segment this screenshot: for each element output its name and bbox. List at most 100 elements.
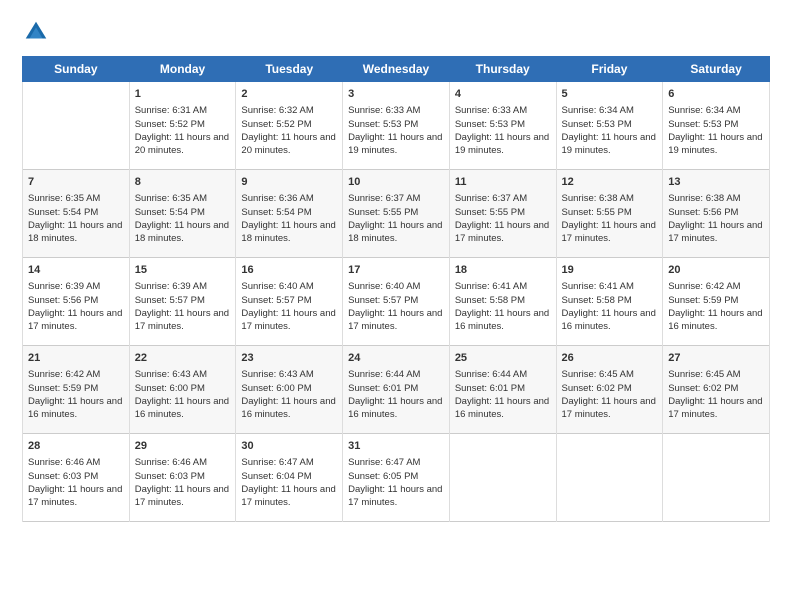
day-number: 29	[135, 439, 231, 454]
day-info: Sunrise: 6:35 AMSunset: 5:54 PMDaylight:…	[28, 192, 124, 245]
calendar-cell: 7 Sunrise: 6:35 AMSunset: 5:54 PMDaylight…	[23, 170, 130, 258]
calendar-cell: 10 Sunrise: 6:37 AMSunset: 5:55 PMDayligh…	[343, 170, 450, 258]
calendar-cell: 26 Sunrise: 6:45 AMSunset: 6:02 PMDayligh…	[556, 346, 663, 434]
calendar-cell: 12Sunrise: 6:38 AMSunset: 5:55 PMDayligh…	[556, 170, 663, 258]
day-number: 8	[135, 175, 231, 190]
calendar-cell: 23 Sunrise: 6:43 AMSunset: 6:00 PMDayligh…	[236, 346, 343, 434]
calendar-cell: 27Sunrise: 6:45 AMSunset: 6:02 PMDayligh…	[663, 346, 770, 434]
day-number: 1	[135, 87, 231, 102]
day-number: 7	[28, 175, 124, 190]
day-info: Sunrise: 6:44 AMSunset: 6:01 PMDaylight:…	[348, 368, 444, 421]
calendar-cell: 24 Sunrise: 6:44 AMSunset: 6:01 PMDayligh…	[343, 346, 450, 434]
day-number: 10	[348, 175, 444, 190]
day-number: 22	[135, 351, 231, 366]
day-info: Sunrise: 6:34 AMSunset: 5:53 PMDaylight:…	[668, 104, 764, 157]
calendar-cell	[556, 434, 663, 522]
calendar-cell: 22 Sunrise: 6:43 AMSunset: 6:00 PMDayligh…	[129, 346, 236, 434]
day-number: 13	[668, 175, 764, 190]
header	[22, 18, 770, 46]
day-number: 11	[455, 175, 551, 190]
day-number: 3	[348, 87, 444, 102]
day-info: Sunrise: 6:40 AMSunset: 5:57 PMDaylight:…	[241, 280, 337, 333]
calendar-week-3: 14 Sunrise: 6:39 AMSunset: 5:56 PMDayligh…	[23, 258, 770, 346]
calendar-week-1: 1Sunrise: 6:31 AMSunset: 5:52 PMDaylight…	[23, 82, 770, 170]
day-number: 23	[241, 351, 337, 366]
day-number: 6	[668, 87, 764, 102]
calendar-cell: 3 Sunrise: 6:33 AMSunset: 5:53 PMDaylight…	[343, 82, 450, 170]
calendar-cell: 6 Sunrise: 6:34 AMSunset: 5:53 PMDaylight…	[663, 82, 770, 170]
day-number: 31	[348, 439, 444, 454]
day-info: Sunrise: 6:39 AMSunset: 5:56 PMDaylight:…	[28, 280, 124, 333]
day-info: Sunrise: 6:45 AMSunset: 6:02 PMDaylight:…	[562, 368, 658, 421]
calendar-cell: 29 Sunrise: 6:46 AMSunset: 6:03 PMDayligh…	[129, 434, 236, 522]
calendar-table: SundayMondayTuesdayWednesdayThursdayFrid…	[22, 56, 770, 522]
day-info: Sunrise: 6:41 AMSunset: 5:58 PMDaylight:…	[455, 280, 551, 333]
day-number: 25	[455, 351, 551, 366]
calendar-cell: 5Sunrise: 6:34 AMSunset: 5:53 PMDaylight…	[556, 82, 663, 170]
day-number: 24	[348, 351, 444, 366]
day-number: 30	[241, 439, 337, 454]
calendar-cell: 2 Sunrise: 6:32 AMSunset: 5:52 PMDaylight…	[236, 82, 343, 170]
logo	[22, 18, 54, 46]
calendar-cell: 30 Sunrise: 6:47 AMSunset: 6:04 PMDayligh…	[236, 434, 343, 522]
day-number: 9	[241, 175, 337, 190]
calendar-cell: 8 Sunrise: 6:35 AMSunset: 5:54 PMDaylight…	[129, 170, 236, 258]
day-info: Sunrise: 6:42 AMSunset: 5:59 PMDaylight:…	[28, 368, 124, 421]
day-info: Sunrise: 6:43 AMSunset: 6:00 PMDaylight:…	[135, 368, 231, 421]
calendar-cell: 14 Sunrise: 6:39 AMSunset: 5:56 PMDayligh…	[23, 258, 130, 346]
calendar-cell: 25 Sunrise: 6:44 AMSunset: 6:01 PMDayligh…	[449, 346, 556, 434]
calendar-cell: 16Sunrise: 6:40 AMSunset: 5:57 PMDayligh…	[236, 258, 343, 346]
calendar-cell: 17 Sunrise: 6:40 AMSunset: 5:57 PMDayligh…	[343, 258, 450, 346]
day-info: Sunrise: 6:35 AMSunset: 5:54 PMDaylight:…	[135, 192, 231, 245]
day-number: 12	[562, 175, 658, 190]
weekday-header-row: SundayMondayTuesdayWednesdayThursdayFrid…	[23, 57, 770, 82]
day-number: 26	[562, 351, 658, 366]
day-info: Sunrise: 6:33 AMSunset: 5:53 PMDaylight:…	[348, 104, 444, 157]
calendar-cell: 11 Sunrise: 6:37 AMSunset: 5:55 PMDayligh…	[449, 170, 556, 258]
day-number: 19	[562, 263, 658, 278]
logo-icon	[22, 18, 50, 46]
weekday-header-sunday: Sunday	[23, 57, 130, 82]
day-info: Sunrise: 6:41 AMSunset: 5:58 PMDaylight:…	[562, 280, 658, 333]
day-info: Sunrise: 6:40 AMSunset: 5:57 PMDaylight:…	[348, 280, 444, 333]
day-info: Sunrise: 6:46 AMSunset: 6:03 PMDaylight:…	[135, 456, 231, 509]
day-info: Sunrise: 6:32 AMSunset: 5:52 PMDaylight:…	[241, 104, 337, 157]
calendar-cell: 13Sunrise: 6:38 AMSunset: 5:56 PMDayligh…	[663, 170, 770, 258]
day-info: Sunrise: 6:43 AMSunset: 6:00 PMDaylight:…	[241, 368, 337, 421]
day-info: Sunrise: 6:34 AMSunset: 5:53 PMDaylight:…	[562, 104, 658, 157]
weekday-header-saturday: Saturday	[663, 57, 770, 82]
calendar-cell: 4Sunrise: 6:33 AMSunset: 5:53 PMDaylight…	[449, 82, 556, 170]
day-info: Sunrise: 6:36 AMSunset: 5:54 PMDaylight:…	[241, 192, 337, 245]
day-number: 15	[135, 263, 231, 278]
page: SundayMondayTuesdayWednesdayThursdayFrid…	[0, 0, 792, 612]
calendar-cell: 28Sunrise: 6:46 AMSunset: 6:03 PMDayligh…	[23, 434, 130, 522]
day-number: 4	[455, 87, 551, 102]
day-info: Sunrise: 6:37 AMSunset: 5:55 PMDaylight:…	[348, 192, 444, 245]
calendar-week-5: 28Sunrise: 6:46 AMSunset: 6:03 PMDayligh…	[23, 434, 770, 522]
day-number: 27	[668, 351, 764, 366]
weekday-header-wednesday: Wednesday	[343, 57, 450, 82]
day-number: 14	[28, 263, 124, 278]
calendar-cell: 31Sunrise: 6:47 AMSunset: 6:05 PMDayligh…	[343, 434, 450, 522]
calendar-week-2: 7 Sunrise: 6:35 AMSunset: 5:54 PMDaylight…	[23, 170, 770, 258]
calendar-cell: 19 Sunrise: 6:41 AMSunset: 5:58 PMDayligh…	[556, 258, 663, 346]
calendar-week-4: 21 Sunrise: 6:42 AMSunset: 5:59 PMDayligh…	[23, 346, 770, 434]
calendar-cell: 1Sunrise: 6:31 AMSunset: 5:52 PMDaylight…	[129, 82, 236, 170]
calendar-cell	[663, 434, 770, 522]
calendar-cell: 21 Sunrise: 6:42 AMSunset: 5:59 PMDayligh…	[23, 346, 130, 434]
day-info: Sunrise: 6:46 AMSunset: 6:03 PMDaylight:…	[28, 456, 124, 509]
day-number: 20	[668, 263, 764, 278]
calendar-cell: 15 Sunrise: 6:39 AMSunset: 5:57 PMDayligh…	[129, 258, 236, 346]
day-info: Sunrise: 6:39 AMSunset: 5:57 PMDaylight:…	[135, 280, 231, 333]
day-info: Sunrise: 6:44 AMSunset: 6:01 PMDaylight:…	[455, 368, 551, 421]
calendar-cell: 18Sunrise: 6:41 AMSunset: 5:58 PMDayligh…	[449, 258, 556, 346]
day-number: 2	[241, 87, 337, 102]
weekday-header-tuesday: Tuesday	[236, 57, 343, 82]
weekday-header-thursday: Thursday	[449, 57, 556, 82]
day-info: Sunrise: 6:47 AMSunset: 6:04 PMDaylight:…	[241, 456, 337, 509]
day-number: 21	[28, 351, 124, 366]
day-info: Sunrise: 6:37 AMSunset: 5:55 PMDaylight:…	[455, 192, 551, 245]
calendar-cell: 20Sunrise: 6:42 AMSunset: 5:59 PMDayligh…	[663, 258, 770, 346]
day-number: 17	[348, 263, 444, 278]
calendar-cell: 9 Sunrise: 6:36 AMSunset: 5:54 PMDaylight…	[236, 170, 343, 258]
